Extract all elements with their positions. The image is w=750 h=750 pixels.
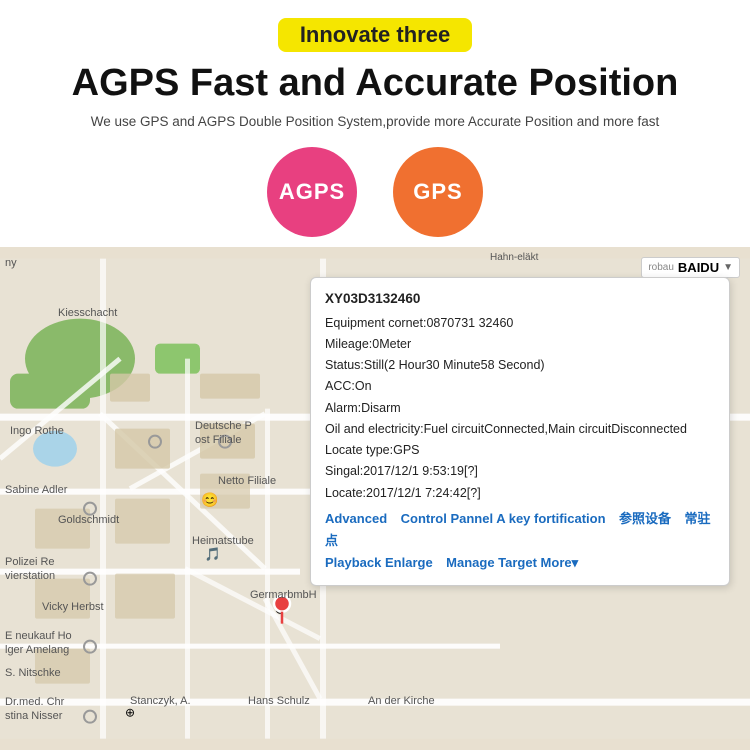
main-title: AGPS Fast and Accurate Position (72, 62, 679, 106)
map-label-stanczyk: Stanczyk, A. (130, 695, 191, 707)
link-advanced[interactable]: Advanced (325, 511, 387, 526)
agps-circle: AGPS (267, 147, 357, 237)
card-line-7: Locate type:GPS (325, 440, 715, 461)
map-label-netto: Netto Filiale (218, 475, 276, 487)
map-label-eneukauf: E neukauf Holger Amelang (5, 629, 72, 658)
top-section: Innovate three AGPS Fast and Accurate Po… (0, 0, 750, 247)
subtitle: We use GPS and AGPS Double Position Syst… (91, 114, 660, 129)
card-line-4: ACC:On (325, 376, 715, 397)
link-playback[interactable]: Playback Enlarge (325, 555, 433, 570)
map-label-nitschke: S. Nitschke (5, 667, 61, 679)
link-canjian[interactable]: 参照设备 (619, 511, 671, 526)
map-label-sabine: Sabine Adler (5, 484, 67, 496)
map-label-polizei: Polizei Revierstation (5, 555, 55, 584)
map-label-ny: ny (5, 257, 17, 269)
card-line-6: Oil and electricity:Fuel circuitConnecte… (325, 419, 715, 440)
card-line-9: Locate:2017/12/1 7:24:42[?] (325, 483, 715, 504)
card-line-2: Mileage:0Meter (325, 334, 715, 355)
link-control-pannel[interactable]: Control Pannel A key fortification (401, 511, 606, 526)
map-label-drmed: Dr.med. Chrstina Nisser (5, 695, 64, 724)
map-label-hahn: Hahn-eläkt (490, 252, 538, 263)
map-label-hans: Hans Schulz (248, 695, 310, 707)
map-section: 😊 🎵 ⊕ ⊕ ny Kiesschacht Ingo Rothe Sabine… (0, 247, 750, 750)
dropdown-icon[interactable]: ▼ (723, 262, 733, 273)
map-label-kiesschacht: Kiesschacht (58, 307, 117, 319)
map-background: 😊 🎵 ⊕ ⊕ ny Kiesschacht Ingo Rothe Sabine… (0, 247, 750, 750)
card-line-1: Equipment cornet:0870731 32460 (325, 313, 715, 334)
map-label-ingo: Ingo Rothe (10, 425, 64, 437)
card-line-8: Singal:2017/12/1 9:53:19[?] (325, 461, 715, 482)
card-line-3: Status:Still(2 Hour30 Minute58 Second) (325, 355, 715, 376)
baidu-label: BAIDU (678, 260, 719, 275)
card-line-5: Alarm:Disarm (325, 398, 715, 419)
card-id: XY03D3132460 (325, 288, 715, 311)
map-label-heimatstube: Heimatstube (192, 535, 254, 547)
innovate-badge: Innovate three (278, 18, 472, 52)
map-label-goldschmidt: Goldschmidt (58, 514, 119, 526)
svg-text:😊: 😊 (201, 491, 218, 507)
card-links: Advanced Control Pannel A key fortificat… (325, 508, 715, 575)
map-label-deutsche: Deutsche Post Filiale (195, 419, 252, 448)
info-card: XY03D3132460 Equipment cornet:0870731 32… (310, 277, 730, 586)
robau-label: robau (648, 262, 674, 273)
baidu-bar[interactable]: robau BAIDU ▼ (641, 257, 740, 278)
link-manage[interactable]: Manage Target More▾ (446, 555, 578, 570)
svg-text:🎵: 🎵 (205, 546, 221, 561)
map-label-kirche: An der Kirche (368, 695, 435, 707)
page-container: Innovate three AGPS Fast and Accurate Po… (0, 0, 750, 750)
map-label-vicky: Vicky Herbst (42, 601, 104, 613)
gps-circle: GPS (393, 147, 483, 237)
circles-row: AGPS GPS (267, 147, 483, 237)
svg-text:⊕: ⊕ (125, 705, 135, 719)
map-label-germa: GermarbmbH (250, 589, 317, 601)
